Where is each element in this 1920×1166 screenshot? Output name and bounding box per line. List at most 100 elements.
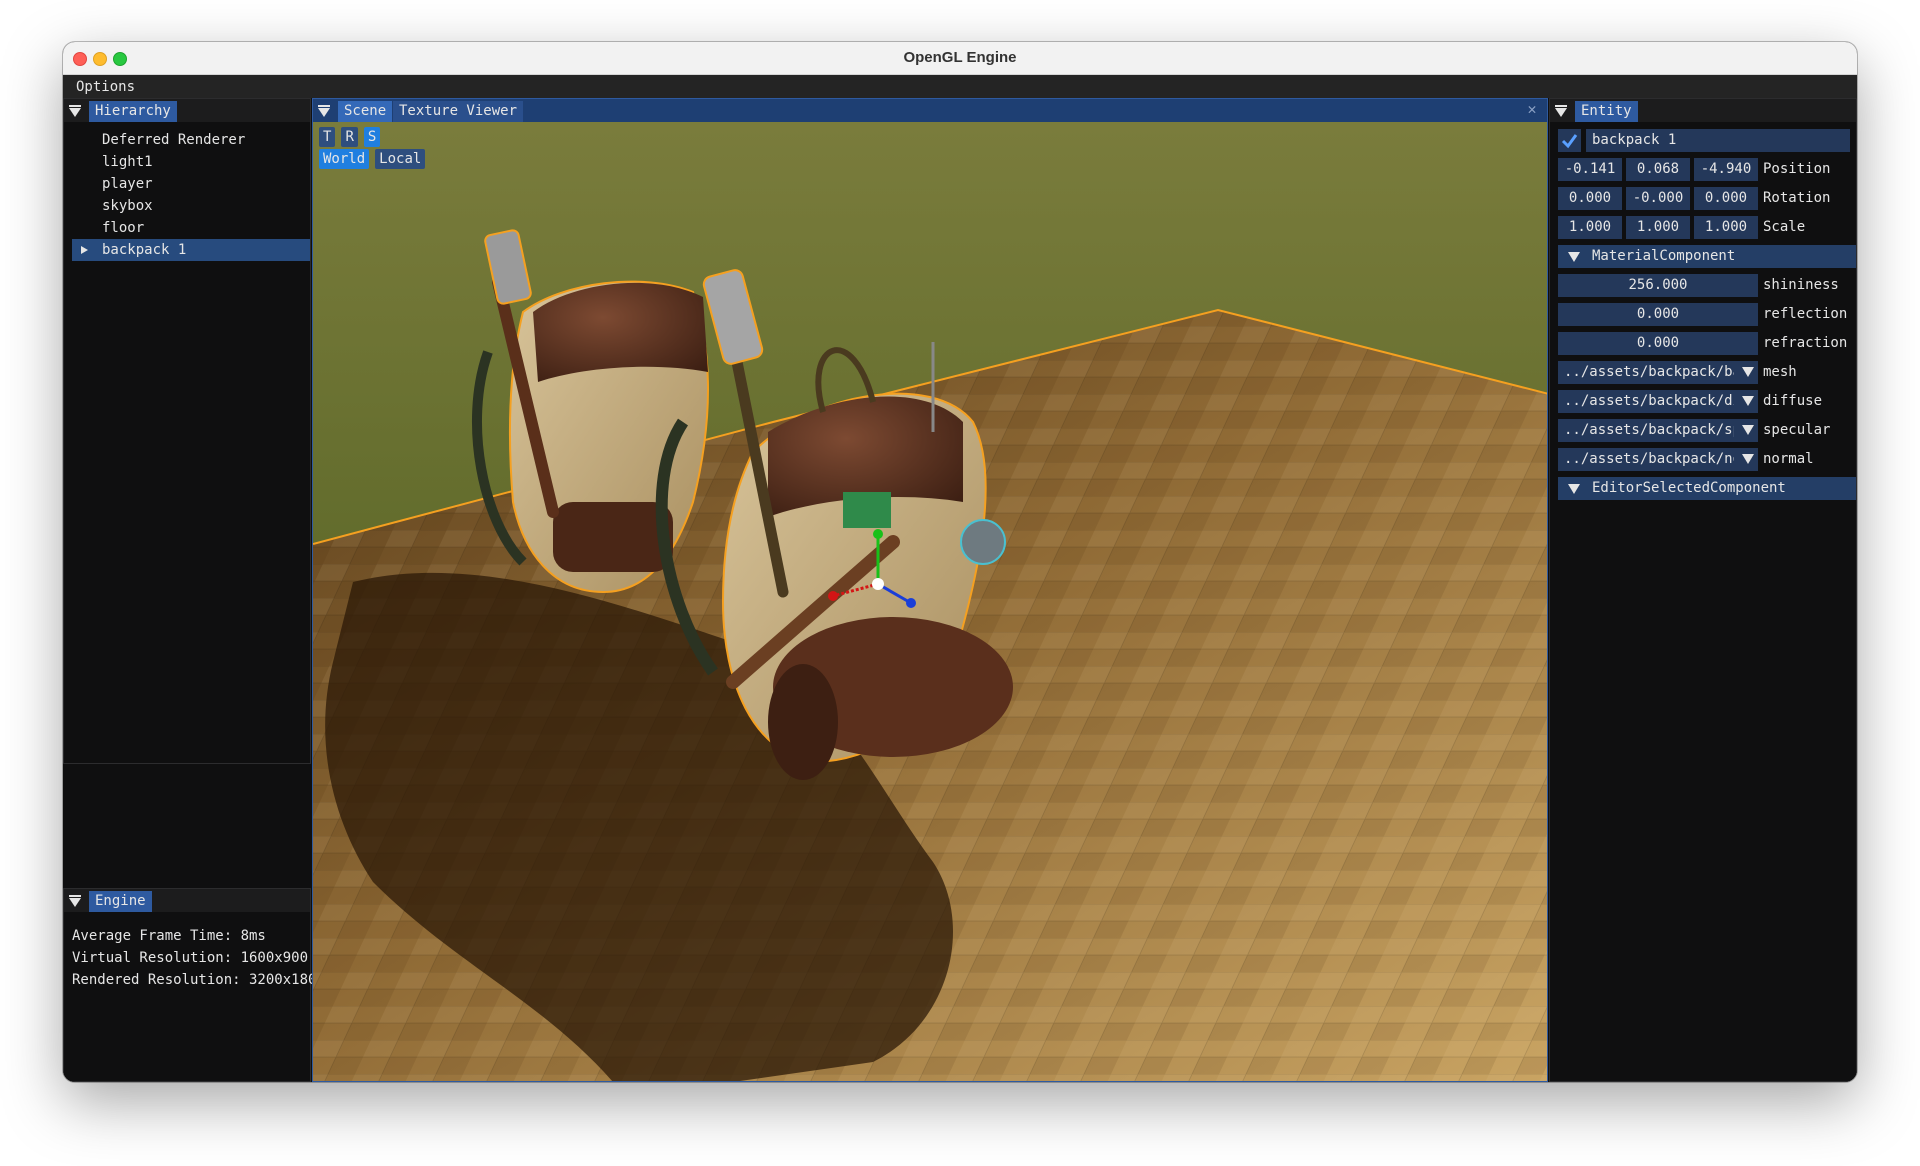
- tab-hierarchy[interactable]: Hierarchy: [89, 101, 177, 122]
- chevron-down-icon: [1742, 454, 1754, 464]
- virtual-resolution-stat: Virtual Resolution: 1600x900: [72, 950, 309, 966]
- hierarchy-item-selected[interactable]: backpack 1: [72, 239, 310, 261]
- entity-name-field[interactable]: backpack 1: [1586, 129, 1850, 152]
- hierarchy-panel: Hierarchy Deferred Renderer light1 playe…: [63, 98, 311, 764]
- world-space-button[interactable]: World: [319, 149, 370, 169]
- rotation-z-field[interactable]: 0.000: [1694, 187, 1758, 210]
- hierarchy-list: Deferred Renderer light1 player skybox f…: [72, 129, 310, 261]
- scene-tab-bar: Scene Texture Viewer ✕: [313, 99, 1547, 122]
- rotation-row: 0.000 -0.000 0.000 Rotation: [1558, 187, 1857, 210]
- reflection-label: reflection: [1763, 306, 1848, 322]
- chevron-down-icon: [1742, 425, 1754, 435]
- engine-header: Engine: [64, 889, 310, 912]
- chevron-down-icon: [1742, 367, 1754, 377]
- mesh-select[interactable]: ../assets/backpack/ba: [1558, 361, 1758, 384]
- tab-engine[interactable]: Engine: [89, 891, 152, 912]
- mesh-row: ../assets/backpack/ba mesh: [1558, 361, 1857, 384]
- position-y-field[interactable]: 0.068: [1626, 158, 1690, 181]
- translate-mode-button[interactable]: T: [319, 127, 336, 147]
- shininess-field[interactable]: 256.000: [1558, 274, 1758, 297]
- collapse-arrow-icon: [1568, 484, 1580, 494]
- rendered-resolution-stat: Rendered Resolution: 3200x1800: [72, 972, 312, 988]
- gizmo-space-toolbar: World Local: [319, 149, 426, 169]
- specular-label: specular: [1763, 422, 1831, 438]
- entity-panel: Entity backpack 1 -0.141 0.068 -4.940 Po…: [1549, 98, 1857, 1082]
- engine-stats: Average Frame Time: 8ms Virtual Resoluti…: [72, 925, 312, 991]
- hierarchy-item-label: backpack 1: [102, 242, 187, 258]
- checkmark-icon: [1561, 134, 1578, 149]
- entity-enabled-checkbox[interactable]: [1558, 129, 1581, 152]
- editor-selected-component-label: EditorSelectedComponent: [1592, 480, 1786, 496]
- hierarchy-item-label: floor: [102, 220, 145, 236]
- position-x-field[interactable]: -0.141: [1558, 158, 1622, 181]
- hierarchy-item-label: player: [102, 176, 153, 192]
- collapse-icon[interactable]: [318, 105, 330, 117]
- menu-bar: Options: [63, 75, 1857, 98]
- hierarchy-item[interactable]: floor: [72, 217, 310, 239]
- position-row: -0.141 0.068 -4.940 Position: [1558, 158, 1857, 181]
- scene-panel: Scene Texture Viewer ✕ T R S World Local: [312, 98, 1548, 1082]
- normal-select[interactable]: ../assets/backpack/no: [1558, 448, 1758, 471]
- rotation-x-field[interactable]: 0.000: [1558, 187, 1622, 210]
- scene-render: [313, 122, 1547, 1081]
- reflection-field[interactable]: 0.000: [1558, 303, 1758, 326]
- scale-label: Scale: [1763, 219, 1806, 235]
- hierarchy-item-label: light1: [102, 154, 153, 170]
- refraction-field[interactable]: 0.000: [1558, 332, 1758, 355]
- rotation-label: Rotation: [1763, 190, 1831, 206]
- position-z-field[interactable]: -4.940: [1694, 158, 1758, 181]
- shininess-label: shininess: [1763, 277, 1839, 293]
- collapse-icon[interactable]: [69, 895, 81, 907]
- rotation-y-field[interactable]: -0.000: [1626, 187, 1690, 210]
- hierarchy-item-label: skybox: [102, 198, 153, 214]
- local-space-button[interactable]: Local: [375, 149, 426, 169]
- frame-time-stat: Average Frame Time: 8ms: [72, 928, 266, 944]
- hierarchy-item[interactable]: skybox: [72, 195, 310, 217]
- position-label: Position: [1763, 161, 1831, 177]
- title-bar: OpenGL Engine: [63, 42, 1857, 75]
- close-icon[interactable]: ✕: [1525, 102, 1539, 117]
- reflection-row: 0.000 reflection: [1558, 303, 1857, 326]
- hierarchy-item[interactable]: light1: [72, 151, 310, 173]
- normal-row: ../assets/backpack/no normal: [1558, 448, 1857, 471]
- hierarchy-item[interactable]: Deferred Renderer: [72, 129, 310, 151]
- specular-select[interactable]: ../assets/backpack/sp: [1558, 419, 1758, 442]
- scale-x-field[interactable]: 1.000: [1558, 216, 1622, 239]
- mesh-select-value: ../assets/backpack/ba: [1564, 364, 1734, 380]
- hierarchy-item[interactable]: player: [72, 173, 310, 195]
- refraction-label: refraction: [1763, 335, 1848, 351]
- expand-arrow-icon[interactable]: [81, 246, 88, 254]
- chevron-down-icon: [1742, 396, 1754, 406]
- app-window: OpenGL Engine Options Hierarchy Deferred…: [63, 42, 1857, 1082]
- engine-panel: Engine Average Frame Time: 8ms Virtual R…: [63, 888, 312, 1082]
- window-title: OpenGL Engine: [903, 49, 1017, 66]
- mesh-label: mesh: [1763, 364, 1797, 380]
- normal-select-value: ../assets/backpack/no: [1564, 451, 1734, 467]
- editor-selected-component-header[interactable]: EditorSelectedComponent: [1558, 477, 1856, 500]
- hierarchy-header: Hierarchy: [64, 99, 310, 122]
- tab-entity[interactable]: Entity: [1575, 101, 1638, 122]
- entity-name-row: backpack 1: [1558, 129, 1857, 152]
- gizmo-mode-toolbar: T R S: [319, 127, 381, 147]
- collapse-icon[interactable]: [69, 105, 81, 117]
- specular-select-value: ../assets/backpack/sp: [1564, 422, 1734, 438]
- tab-texture-viewer[interactable]: Texture Viewer: [393, 101, 524, 122]
- diffuse-label: diffuse: [1763, 393, 1823, 409]
- collapse-icon[interactable]: [1555, 105, 1567, 117]
- menu-options[interactable]: Options: [76, 79, 135, 95]
- diffuse-select[interactable]: ../assets/backpack/di: [1558, 390, 1758, 413]
- rotate-mode-button[interactable]: R: [341, 127, 358, 147]
- hierarchy-item-label: Deferred Renderer: [102, 132, 246, 148]
- diffuse-row: ../assets/backpack/di diffuse: [1558, 390, 1857, 413]
- scale-row: 1.000 1.000 1.000 Scale: [1558, 216, 1857, 239]
- tab-scene[interactable]: Scene: [338, 101, 393, 122]
- scale-y-field[interactable]: 1.000: [1626, 216, 1690, 239]
- material-component-header[interactable]: MaterialComponent: [1558, 245, 1856, 268]
- collapse-arrow-icon: [1568, 252, 1580, 262]
- diffuse-select-value: ../assets/backpack/di: [1564, 393, 1734, 409]
- scene-viewport[interactable]: T R S World Local: [313, 122, 1547, 1081]
- scale-z-field[interactable]: 1.000: [1694, 216, 1758, 239]
- refraction-row: 0.000 refraction: [1558, 332, 1857, 355]
- scale-mode-button[interactable]: S: [363, 127, 381, 147]
- material-component-label: MaterialComponent: [1592, 248, 1736, 264]
